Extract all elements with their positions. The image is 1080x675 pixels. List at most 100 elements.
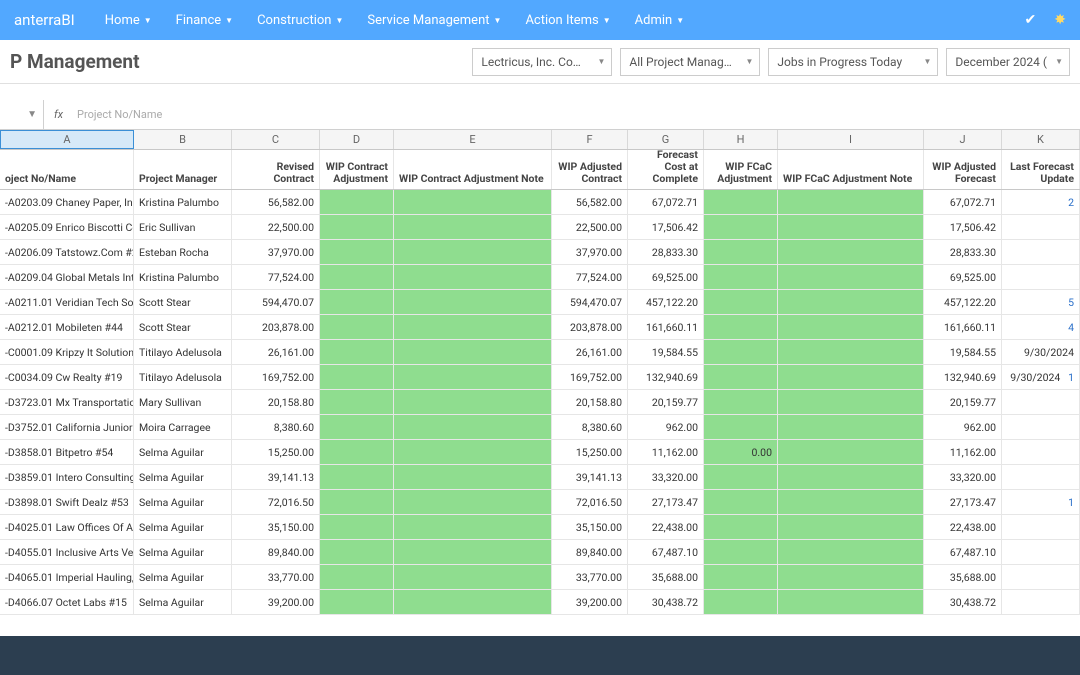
cell-fcac-note[interactable] [778, 415, 924, 439]
cell-project[interactable]: -A0209.04 Global Metals Internatio [0, 265, 134, 289]
cell-last-update[interactable] [1002, 215, 1080, 239]
cell-wip-adj[interactable] [320, 590, 394, 614]
cell-wip-forecast[interactable]: 30,438.72 [924, 590, 1002, 614]
cell-wip-note[interactable] [394, 240, 552, 264]
cell-forecast[interactable]: 161,660.11 [628, 315, 704, 339]
cell-manager[interactable]: Moira Carragee [134, 415, 232, 439]
cell-forecast[interactable]: 11,162.00 [628, 440, 704, 464]
cell-fcac-note[interactable] [778, 390, 924, 414]
nav-construction[interactable]: Construction▼ [257, 13, 343, 28]
cell-fcac-adj[interactable] [704, 290, 778, 314]
cell-wip-adj[interactable] [320, 315, 394, 339]
cell-fcac-note[interactable] [778, 515, 924, 539]
cell-fcac-adj[interactable] [704, 415, 778, 439]
cell-wip-adj[interactable] [320, 265, 394, 289]
cell-forecast[interactable]: 457,122.20 [628, 290, 704, 314]
cell-fcac-adj[interactable] [704, 190, 778, 214]
cell-wip-adj[interactable] [320, 290, 394, 314]
nav-action[interactable]: Action Items▼ [525, 13, 610, 28]
cell-fcac-note[interactable] [778, 440, 924, 464]
cell-project[interactable]: -A0212.01 Mobileten #44 [0, 315, 134, 339]
cell-project[interactable]: -C0034.09 Cw Realty #19 [0, 365, 134, 389]
cell-wip-note[interactable] [394, 490, 552, 514]
cell-wip-adj[interactable] [320, 465, 394, 489]
cell-fcac-adj[interactable] [704, 265, 778, 289]
cell-wip-forecast[interactable]: 28,833.30 [924, 240, 1002, 264]
cell-fcac-adj[interactable] [704, 240, 778, 264]
cell-wip-note[interactable] [394, 290, 552, 314]
cell-manager[interactable]: Selma Aguilar [134, 590, 232, 614]
cell-project[interactable]: -D3752.01 California Junior Lifegu [0, 415, 134, 439]
cell-wip-note[interactable] [394, 540, 552, 564]
cell-forecast[interactable]: 35,688.00 [628, 565, 704, 589]
filter-manager[interactable]: All Project Manag… [620, 48, 760, 76]
nav-admin[interactable]: Admin▼ [635, 13, 684, 28]
cell-revised[interactable]: 15,250.00 [232, 440, 320, 464]
cell-manager[interactable]: Selma Aguilar [134, 515, 232, 539]
table-row[interactable]: -C0001.09 Kripzy It Solutions #11Titilay… [0, 340, 1080, 365]
cell-manager[interactable]: Mary Sullivan [134, 390, 232, 414]
table-row[interactable]: -D4065.01 Imperial Hauling, LLC #Selma A… [0, 565, 1080, 590]
cell-wip-forecast[interactable]: 35,688.00 [924, 565, 1002, 589]
cell-forecast[interactable]: 67,072.71 [628, 190, 704, 214]
cell-forecast[interactable]: 132,940.69 [628, 365, 704, 389]
cell-fcac-note[interactable] [778, 365, 924, 389]
cell-forecast[interactable]: 33,320.00 [628, 465, 704, 489]
cell-manager[interactable]: Kristina Palumbo [134, 190, 232, 214]
cell-fcac-note[interactable] [778, 190, 924, 214]
hdr-fcac-adj[interactable]: WIP FCaC Adjustment [704, 150, 778, 189]
cell-wip-adj[interactable] [320, 215, 394, 239]
cell-project[interactable]: -C0001.09 Kripzy It Solutions #11 [0, 340, 134, 364]
cell-manager[interactable]: Esteban Rocha [134, 240, 232, 264]
table-row[interactable]: -A0203.09 Chaney Paper, Inc. #49Kristina… [0, 190, 1080, 215]
cell-manager[interactable]: Selma Aguilar [134, 540, 232, 564]
gear-icon[interactable]: ✸ [1054, 12, 1066, 28]
cell-fcac-adj[interactable] [704, 390, 778, 414]
cell-revised[interactable]: 22,500.00 [232, 215, 320, 239]
cell-last-update[interactable] [1002, 440, 1080, 464]
col-C[interactable]: C [232, 130, 320, 149]
check-icon[interactable]: ✔ [1025, 12, 1037, 28]
cell-manager[interactable]: Titilayo Adelusola [134, 365, 232, 389]
cell-project[interactable]: -D4065.01 Imperial Hauling, LLC # [0, 565, 134, 589]
namebox-dropdown[interactable]: ▼ [0, 100, 44, 129]
cell-last-update[interactable]: 9/30/2024 1 [1002, 365, 1080, 389]
cell-last-update[interactable] [1002, 590, 1080, 614]
col-K[interactable]: K [1002, 130, 1080, 149]
cell-wip-note[interactable] [394, 215, 552, 239]
cell-wip-forecast[interactable]: 457,122.20 [924, 290, 1002, 314]
cell-revised[interactable]: 169,752.00 [232, 365, 320, 389]
table-row[interactable]: -D3858.01 Bitpetro #54Selma Aguilar15,25… [0, 440, 1080, 465]
hdr-wip-note[interactable]: WIP Contract Adjustment Note [394, 150, 552, 189]
hdr-project[interactable]: oject No/Name [0, 150, 134, 189]
cell-forecast[interactable]: 28,833.30 [628, 240, 704, 264]
cell-wip-forecast[interactable]: 27,173.47 [924, 490, 1002, 514]
hdr-manager[interactable]: Project Manager [134, 150, 232, 189]
cell-wip-adj[interactable] [320, 190, 394, 214]
col-B[interactable]: B [134, 130, 232, 149]
cell-revised[interactable]: 8,380.60 [232, 415, 320, 439]
cell-wip-forecast[interactable]: 20,159.77 [924, 390, 1002, 414]
cell-forecast[interactable]: 19,584.55 [628, 340, 704, 364]
cell-project[interactable]: -A0205.09 Enrico Biscotti Co #11 [0, 215, 134, 239]
cell-fcac-adj[interactable] [704, 465, 778, 489]
cell-fcac-adj[interactable] [704, 490, 778, 514]
hdr-fcac-note[interactable]: WIP FCaC Adjustment Note [778, 150, 924, 189]
cell-project[interactable]: -D4055.01 Inclusive Arts Vermont # [0, 540, 134, 564]
cell-wip-contract[interactable]: 77,524.00 [552, 265, 628, 289]
cell-wip-forecast[interactable]: 69,525.00 [924, 265, 1002, 289]
cell-wip-forecast[interactable]: 161,660.11 [924, 315, 1002, 339]
cell-wip-note[interactable] [394, 465, 552, 489]
cell-fcac-note[interactable] [778, 215, 924, 239]
filter-company[interactable]: Lectricus, Inc. Co… [472, 48, 612, 76]
cell-last-update[interactable]: 2 [1002, 190, 1080, 214]
table-row[interactable]: -A0209.04 Global Metals InternatioKristi… [0, 265, 1080, 290]
cell-fcac-note[interactable] [778, 465, 924, 489]
cell-wip-contract[interactable]: 594,470.07 [552, 290, 628, 314]
table-row[interactable]: -A0212.01 Mobileten #44Scott Stear203,87… [0, 315, 1080, 340]
cell-last-update[interactable] [1002, 565, 1080, 589]
table-row[interactable]: -D4025.01 Law Offices Of AnthonySelma Ag… [0, 515, 1080, 540]
col-F[interactable]: F [552, 130, 628, 149]
cell-forecast[interactable]: 962.00 [628, 415, 704, 439]
cell-fcac-note[interactable] [778, 240, 924, 264]
